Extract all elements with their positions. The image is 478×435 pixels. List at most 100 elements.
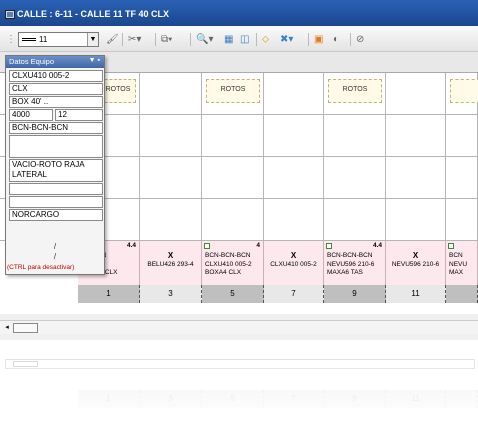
- toolbar-separator: [256, 33, 257, 46]
- status-field[interactable]: VACIO-ROTO RAJA LATERAL: [9, 159, 103, 182]
- tool-icon[interactable]: ◐: [333, 33, 339, 46]
- route-field[interactable]: BCN-BCN-BCN: [9, 122, 103, 134]
- grid-cell[interactable]: [264, 199, 324, 241]
- delete-icon[interactable]: ✖▾: [280, 33, 293, 46]
- zoom-icon[interactable]: 🔍▾: [196, 33, 213, 46]
- owner-field[interactable]: CLX: [9, 83, 103, 95]
- bay-number: 1: [78, 285, 140, 303]
- bay-number: 7: [264, 285, 324, 303]
- grid-cell[interactable]: [446, 157, 478, 199]
- blank-field[interactable]: [9, 135, 103, 158]
- grid-cell[interactable]: [386, 199, 446, 241]
- equipment-data-panel: Datos Equipo ▼ ▪ CLXU410 005-2 CLX BOX 4…: [5, 55, 105, 275]
- blank-field[interactable]: [9, 196, 103, 208]
- bay-number: 3: [140, 285, 202, 303]
- slot-type: MAXA6 TAS: [327, 269, 363, 276]
- scroll-left-icon[interactable]: ◂: [2, 323, 12, 333]
- container-slot[interactable]: BCN NEVU MAX: [446, 241, 478, 285]
- grid-cell[interactable]: [324, 157, 386, 199]
- grid-cell[interactable]: [386, 73, 446, 115]
- rotos-marker: ROTOS: [206, 79, 260, 103]
- grid-cell[interactable]: [140, 199, 202, 241]
- equipment-id-field[interactable]: CLXU410 005-2: [9, 70, 103, 82]
- container-slot[interactable]: X CLXU410 005-2: [264, 241, 324, 285]
- layers-icon[interactable]: ◫: [240, 33, 249, 46]
- container-slot[interactable]: 4.4 BCN-BCN-BCN NEVU596 210-6 MAXA6 TAS: [324, 241, 386, 285]
- copy-icon[interactable]: ⧉▾: [161, 33, 172, 46]
- blank-field: [9, 222, 103, 226]
- grid-cell[interactable]: [202, 157, 264, 199]
- grid-cell[interactable]: [140, 73, 202, 115]
- line-width-combo[interactable]: 11 ▼: [18, 32, 99, 47]
- slot-container-id: CLXU410 005-2: [270, 260, 317, 268]
- rotos-marker: [450, 79, 478, 103]
- flag-square-icon: [204, 243, 210, 249]
- tier-field[interactable]: 12: [55, 109, 103, 121]
- container-slot[interactable]: 4 BCN-BCN-BCN CLXU410 005-2 BOXA4 CLX: [202, 241, 264, 285]
- grid-cell[interactable]: [446, 115, 478, 157]
- slot-type: BOXA4 CLX: [205, 269, 242, 276]
- slot-container-id: NEVU596 210-6: [391, 260, 440, 268]
- line-width-value: 11: [39, 35, 48, 44]
- rotos-marker: ROTOS: [328, 79, 382, 103]
- slot-container-id: CLXU410 005-2: [205, 260, 252, 268]
- container-slot[interactable]: X NEVU596 210-6: [386, 241, 446, 285]
- chevron-down-icon[interactable]: ▼: [87, 33, 98, 46]
- grid-cell[interactable]: [202, 199, 264, 241]
- slot-empty-mark: X: [167, 251, 174, 260]
- grid-cell[interactable]: [386, 115, 446, 157]
- toolbar-separator: [308, 33, 309, 46]
- horizontal-scrollbar[interactable]: ◂: [0, 320, 478, 334]
- grid-cell[interactable]: [324, 115, 386, 157]
- grid-cell[interactable]: [140, 157, 202, 199]
- toolbar-separator: [190, 33, 191, 46]
- line-style-icon: [22, 38, 36, 42]
- grid-cell[interactable]: [446, 199, 478, 241]
- slot-container-id: BELU426 293-4: [147, 260, 194, 268]
- flag-square-icon: [448, 243, 454, 249]
- slash-top: /: [53, 242, 57, 251]
- grid-icon[interactable]: ▦: [224, 33, 233, 46]
- grid-cell[interactable]: [264, 73, 324, 115]
- grid-cell[interactable]: [140, 115, 202, 157]
- grid-cell[interactable]: [386, 157, 446, 199]
- slot-weight: 4.4: [126, 242, 136, 249]
- grid-cell[interactable]: [264, 115, 324, 157]
- scroll-thumb[interactable]: [13, 323, 38, 333]
- agent-field[interactable]: NORCARGO: [9, 209, 103, 221]
- slot-weight: 4: [256, 242, 260, 249]
- window-reflection: 1 3 5 7 9 11: [0, 355, 478, 435]
- cut-icon[interactable]: ✂▾: [128, 33, 141, 46]
- container-slot[interactable]: X BELU426 293-4: [140, 241, 202, 285]
- paint-bucket-icon[interactable]: 🖌: [106, 33, 119, 46]
- ctrl-note: (CTRL para desactivar): [7, 264, 75, 271]
- panel-header[interactable]: Datos Equipo ▼ ▪: [6, 56, 104, 68]
- slot-empty-mark: X: [412, 251, 419, 260]
- slot-route: BCN-BCN-BCN: [205, 252, 251, 259]
- filter-icon[interactable]: ⬦: [262, 33, 269, 46]
- chevron-down-icon[interactable]: ▼ ▪: [89, 57, 100, 64]
- window-title: CALLE : 6-11 - CALLE 11 TF 40 CLX: [17, 9, 170, 19]
- blank-field[interactable]: [9, 183, 103, 195]
- slot-container-id: NEVU596 210-6: [327, 260, 375, 268]
- toolbar-separator: [122, 33, 123, 46]
- slot-empty-mark: X: [290, 251, 297, 260]
- reflection-fade: [0, 355, 478, 435]
- slot-route: BCN-BCN-BCN: [327, 252, 373, 259]
- toolbar-separator: [350, 33, 351, 46]
- grid-cell[interactable]: [264, 157, 324, 199]
- bay-number: 5: [202, 285, 264, 303]
- slot-type: MAX: [449, 269, 464, 276]
- bay-number: 9: [324, 285, 386, 303]
- slot-weight: 4.4: [372, 242, 382, 249]
- flag-square-icon: [326, 243, 332, 249]
- grid-cell[interactable]: [202, 115, 264, 157]
- type-field[interactable]: BOX 40' ..: [9, 96, 103, 108]
- help-icon[interactable]: ⊘: [356, 33, 364, 46]
- bay-number: 11: [386, 285, 446, 303]
- slash-bottom: /: [53, 252, 57, 261]
- weight-field[interactable]: 4000: [9, 109, 53, 121]
- print-icon[interactable]: ▣: [314, 33, 323, 46]
- grid-cell[interactable]: [324, 199, 386, 241]
- slot-route: BCN: [449, 252, 463, 259]
